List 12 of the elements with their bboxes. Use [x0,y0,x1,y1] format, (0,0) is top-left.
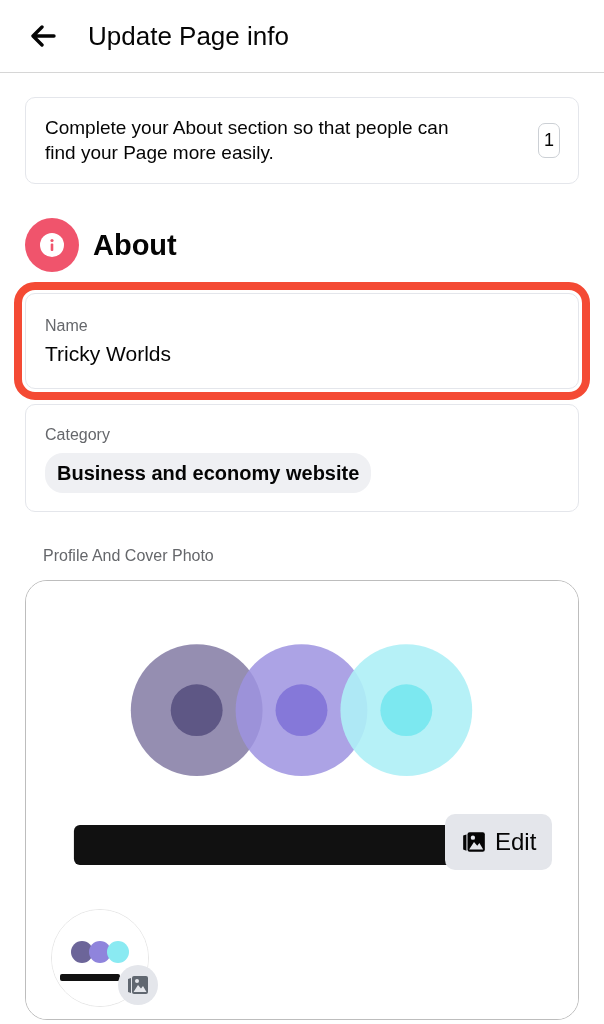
section-title: About [93,227,177,263]
section-label: Profile And Cover Photo [42,545,215,566]
field-value: Tricky Worlds [45,341,172,368]
category-chip: Business and economy website [45,452,372,493]
field-label: Category [45,424,111,445]
form-field[interactable]: Category Business and economy website [25,403,579,512]
info-icon [25,218,79,273]
back-icon[interactable] [30,25,56,47]
count-badge: 1 [538,123,560,159]
notice-text: Complete your About section so that people can find your Page more easily. [45,116,450,165]
field-label: Name [45,316,89,337]
page-title: Update Page info [88,19,289,53]
